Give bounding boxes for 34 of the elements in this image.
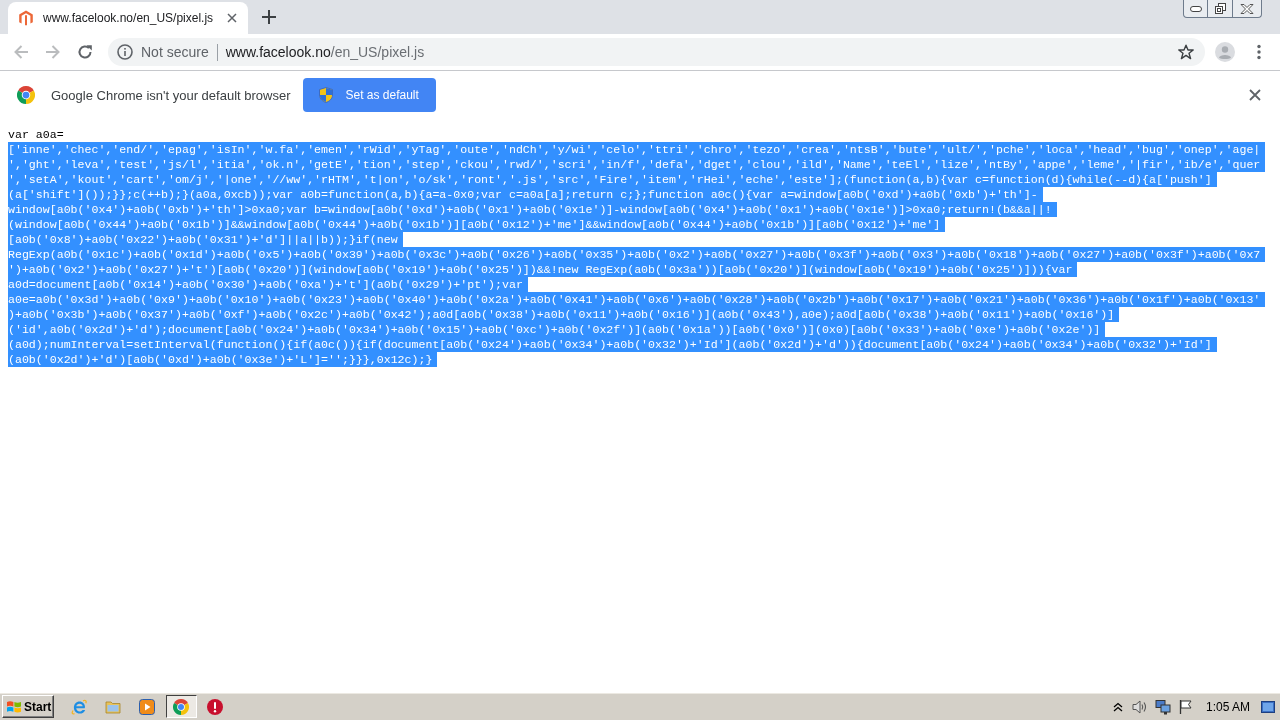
speaker-icon[interactable] bbox=[1131, 698, 1148, 715]
set-default-button[interactable]: Set as default bbox=[303, 78, 436, 112]
monitor-icon[interactable] bbox=[1154, 698, 1171, 715]
restore-button[interactable] bbox=[1208, 0, 1233, 18]
browser-logo-icon bbox=[17, 86, 35, 104]
shield-icon bbox=[319, 87, 334, 103]
close-icon[interactable] bbox=[1249, 89, 1261, 101]
minimize-button[interactable] bbox=[1183, 0, 1208, 18]
reload-icon[interactable] bbox=[77, 44, 93, 60]
info-icon bbox=[117, 44, 133, 60]
security-indicator[interactable]: Not secure bbox=[117, 44, 209, 60]
infobar-message: Google Chrome isn't your default browser bbox=[51, 87, 291, 103]
menu-icon[interactable] bbox=[1257, 44, 1261, 60]
code-line: var a0a= bbox=[8, 127, 64, 142]
new-tab-icon[interactable] bbox=[262, 10, 276, 24]
favicon-icon bbox=[18, 10, 34, 26]
flag-icon[interactable] bbox=[1177, 698, 1194, 715]
close-icon[interactable] bbox=[227, 13, 237, 23]
play-icon[interactable] bbox=[139, 698, 155, 715]
browser-icon bbox=[173, 698, 189, 715]
chevron-up-icon[interactable] bbox=[1112, 701, 1123, 712]
taskbar-button[interactable] bbox=[165, 695, 197, 718]
close-icon bbox=[1240, 3, 1254, 14]
url-field[interactable]: www.facelook.no/en_US/pixel.js bbox=[225, 44, 1178, 60]
show-desktop-icon[interactable] bbox=[1261, 700, 1275, 713]
restore-icon bbox=[1214, 3, 1226, 14]
alert-icon[interactable] bbox=[207, 698, 223, 715]
windows-flag-icon bbox=[6, 698, 22, 715]
star-icon[interactable] bbox=[1178, 44, 1194, 60]
clock[interactable]: 1:05 AM bbox=[1205, 699, 1250, 714]
close-button[interactable] bbox=[1233, 0, 1262, 18]
browser-tab[interactable]: www.facelook.no/en_US/pixel.js bbox=[8, 2, 248, 34]
start-button[interactable]: Start bbox=[2, 695, 54, 718]
minimize-icon bbox=[1189, 5, 1202, 12]
